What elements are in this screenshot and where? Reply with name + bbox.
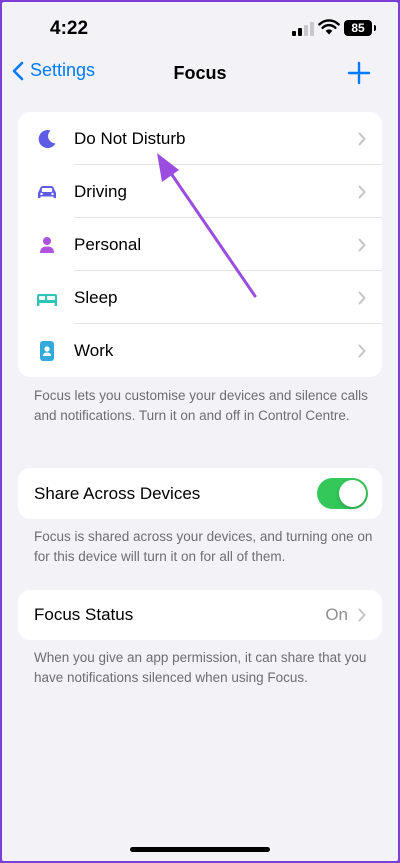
screen: 4:22 85 Settings Focus Do Not Disturb Dr… (2, 2, 398, 861)
focus-mode-label: Do Not Disturb (74, 128, 186, 148)
navigation-bar: Settings Focus (2, 54, 398, 98)
chevron-right-icon (358, 185, 366, 198)
car-icon (38, 185, 56, 198)
person-icon (40, 236, 54, 253)
wifi-icon (318, 19, 340, 35)
focus-mode-do-not-disturb[interactable]: Do Not Disturb (18, 112, 382, 165)
moon-icon (38, 129, 56, 148)
chevron-right-icon (358, 132, 366, 145)
focus-description: Focus lets you customise your devices an… (34, 388, 368, 423)
focus-mode-sleep[interactable]: Sleep (18, 271, 382, 324)
battery-icon: 85 (344, 20, 376, 36)
focus-status-description: When you give an app permission, it can … (34, 650, 367, 685)
share-across-devices-row: Share Across Devices (18, 468, 382, 519)
chevron-right-icon (358, 608, 366, 622)
status-time: 4:22 (50, 18, 89, 39)
focus-mode-personal[interactable]: Personal (18, 218, 382, 271)
focus-status-value: On (325, 605, 348, 624)
share-description: Focus is shared across your devices, and… (34, 529, 373, 564)
focus-mode-driving[interactable]: Driving (18, 165, 382, 218)
focus-modes-list: Do Not Disturb Driving Personal Sleep Wo… (18, 112, 382, 377)
focus-mode-label: Work (74, 340, 114, 360)
status-bar: 4:22 85 (2, 2, 398, 54)
home-indicator (130, 847, 270, 852)
chevron-right-icon (358, 344, 366, 357)
back-button-label: Settings (30, 60, 96, 80)
add-focus-plus-icon[interactable] (346, 60, 372, 86)
focus-mode-label: Personal (74, 234, 142, 254)
chevron-left-icon (12, 61, 24, 80)
id-badge-icon (40, 340, 54, 361)
focus-status-row[interactable]: Focus Status On (18, 590, 382, 640)
share-across-devices-group: Share Across Devices (18, 468, 382, 519)
focus-mode-work[interactable]: Work (18, 324, 382, 377)
toggle-knob (339, 480, 366, 507)
chevron-right-icon (358, 291, 366, 304)
focus-status-group: Focus Status On (18, 590, 382, 640)
focus-mode-label: Driving (74, 181, 127, 201)
back-button[interactable]: Settings (12, 60, 95, 81)
share-across-devices-label: Share Across Devices (34, 483, 201, 503)
focus-mode-label: Sleep (74, 287, 118, 307)
chevron-right-icon (358, 238, 366, 251)
share-across-devices-toggle[interactable] (317, 478, 368, 509)
bed-icon (37, 293, 57, 306)
cellular-signal-icon (292, 22, 314, 36)
focus-status-label: Focus Status (34, 605, 134, 624)
